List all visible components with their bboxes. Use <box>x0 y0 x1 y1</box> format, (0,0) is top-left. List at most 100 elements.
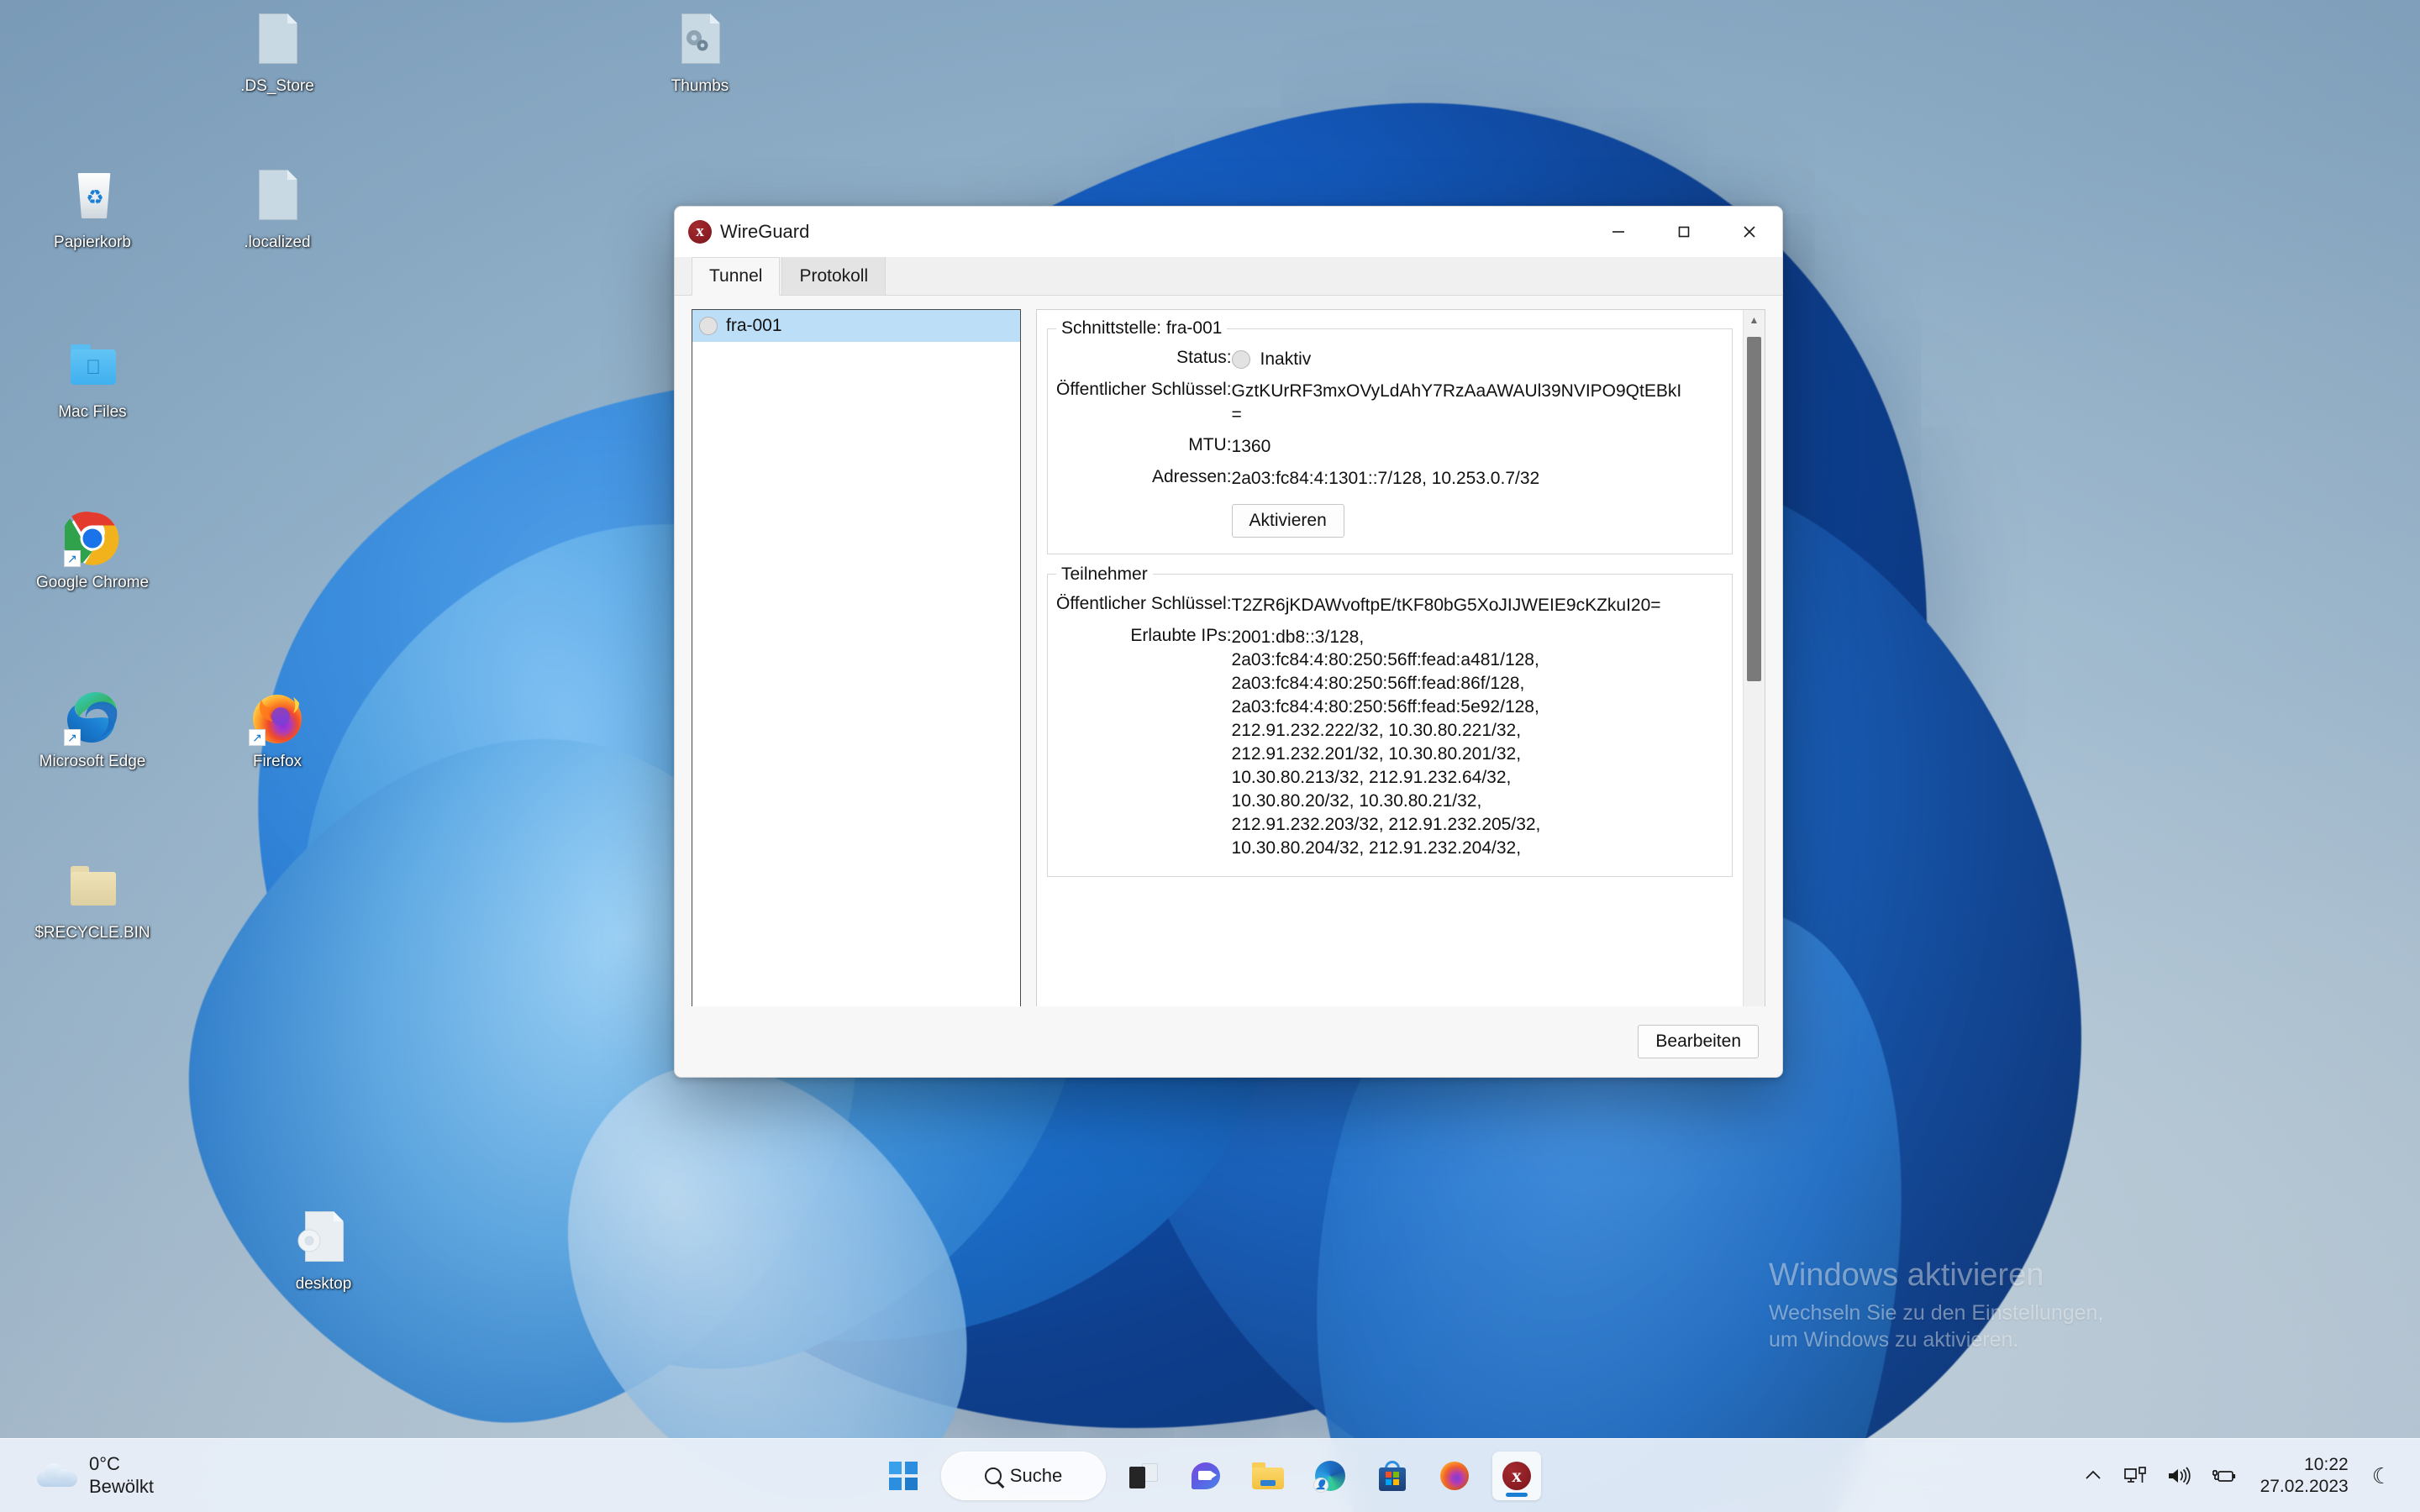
file-settings-icon <box>293 1210 354 1270</box>
moon-do-not-disturb-icon[interactable]: ☾ <box>2372 1463 2391 1489</box>
weather-condition: Bewölkt <box>89 1475 155 1497</box>
interface-row-public-key: Öffentlicher Schlüssel: GztKUrRF3mxOVyLd… <box>1056 375 1723 431</box>
taskbar-item-edge[interactable]: 👤 <box>1306 1452 1355 1500</box>
allowed-ip-line: 2a03:fc84:4:80:250:56ff:fead:86f/128, <box>1231 674 1525 694</box>
peer-row-public-key: Öffentlicher Schlüssel: T2ZR6jKDAWvoftpE… <box>1056 590 1723 622</box>
shortcut-arrow-icon: ↗ <box>64 729 81 746</box>
wireguard-icon: x <box>688 220 712 244</box>
file-blank-icon <box>247 12 308 72</box>
battery-charging-icon[interactable] <box>2210 1465 2237 1487</box>
peer-public-key[interactable]: T2ZR6jKDAWvoftpE/tKF80bG5XoJIJWEIE9cKZku… <box>1232 594 1686 617</box>
file-explorer-icon <box>1252 1462 1284 1489</box>
desktop-icon-label: Firefox <box>252 753 302 770</box>
chevron-up-icon[interactable] <box>2082 1465 2104 1487</box>
folder-icon <box>62 858 123 919</box>
taskbar-clock[interactable]: 10:22 27.02.2023 <box>2260 1454 2349 1497</box>
tunnel-status-dot-icon <box>699 317 718 335</box>
scrollbar-up-arrow-icon[interactable]: ▲ <box>1744 310 1765 330</box>
peer-table: Öffentlicher Schlüssel: T2ZR6jKDAWvoftpE… <box>1056 590 1723 864</box>
minimize-button[interactable] <box>1586 207 1651 257</box>
interface-addresses-value[interactable]: 2a03:fc84:4:1301::7/128, 10.253.0.7/32 <box>1232 463 1723 495</box>
taskbar-item-store[interactable] <box>1368 1452 1417 1500</box>
field-label: Öffentlicher Schlüssel: <box>1056 379 1232 399</box>
close-button[interactable] <box>1717 207 1782 257</box>
taskbar[interactable]: 0°C Bewölkt Suche 👤 x 10:22 27.02.2023 ☾ <box>0 1438 2420 1512</box>
file-blank-icon <box>247 168 308 228</box>
desktop-icon-label: $RECYCLE.BIN <box>34 924 150 942</box>
weather-temperature: 0°C <box>89 1453 120 1475</box>
tunnel-list-item-fra-001[interactable]: fra-001 <box>692 310 1020 342</box>
taskbar-weather-widget[interactable]: 0°C Bewölkt <box>37 1453 255 1498</box>
chat-video-icon <box>1192 1462 1220 1489</box>
desktop-icon-label: Microsoft Edge <box>39 753 146 770</box>
activate-button[interactable]: Aktivieren <box>1231 503 1344 538</box>
allowed-ip-line: 10.30.80.204/32, 212.91.232.204/32, <box>1231 837 1522 858</box>
taskbar-search[interactable]: Suche <box>941 1451 1106 1500</box>
speaker-icon[interactable] <box>2166 1465 2191 1487</box>
desktop-icon-mac-files[interactable]:  Mac Files <box>29 338 155 423</box>
wireguard-window[interactable]: x WireGuard Tunnel Protokoll fra-001 Sch… <box>674 206 1783 1078</box>
taskbar-item-firefox[interactable] <box>1430 1452 1479 1500</box>
desktop-icon-google-chrome[interactable]: ↗ Google Chrome <box>29 508 155 593</box>
allowed-ip-line: 10.30.80.213/32, 212.91.232.64/32, <box>1231 768 1512 788</box>
field-label: Status: <box>1176 348 1232 367</box>
system-tray: 10:22 27.02.2023 ☾ <box>2082 1439 2420 1512</box>
desktop-icon-ds-store[interactable]: .DS_Store <box>214 12 340 97</box>
interface-table: Status: Inaktiv Öffentlicher Schlüssel: <box>1056 344 1723 542</box>
desktop-icon-localized[interactable]: .localized <box>214 168 340 253</box>
windows-start-icon <box>889 1461 918 1490</box>
clock-time: 10:22 <box>2304 1455 2349 1475</box>
window-body: fra-001 Tunnel hinzufügen <box>675 296 1782 1077</box>
details-scrollbar[interactable]: ▲ ▼ <box>1743 310 1765 1076</box>
network-ethernet-icon[interactable] <box>2123 1465 2148 1487</box>
field-label: MTU: <box>1188 434 1232 454</box>
desktop-icon-label: .localized <box>244 234 311 251</box>
taskbar-item-chat[interactable] <box>1181 1452 1230 1500</box>
taskbar-item-wireguard[interactable]: x <box>1492 1451 1541 1500</box>
allowed-ip-line: 212.91.232.201/32, 10.30.80.201/32, <box>1231 744 1522 764</box>
desktop-icon-thumbs[interactable]: Thumbs <box>637 12 763 97</box>
running-indicator <box>1506 1492 1528 1497</box>
interface-mtu-value: 1360 <box>1231 436 1271 456</box>
window-footer: Bearbeiten <box>675 1006 1782 1077</box>
desktop[interactable]: .DS_Store Thumbs ♻ Papierkorb .localized… <box>0 0 2420 1512</box>
desktop-icon-recycle-bin-folder[interactable]: $RECYCLE.BIN <box>29 858 155 943</box>
tunnel-details-pane: Schnittstelle: fra-001 Status: Inaktiv Ö… <box>1036 309 1765 1077</box>
tab-protokoll[interactable]: Protokoll <box>781 256 886 295</box>
desktop-icon-microsoft-edge[interactable]: ↗ Microsoft Edge <box>29 687 155 772</box>
scrollbar-thumb[interactable] <box>1747 337 1761 681</box>
window-controls <box>1586 207 1782 257</box>
allowed-ip-line: 212.91.232.222/32, 10.30.80.221/32, <box>1231 721 1522 741</box>
search-icon <box>984 1467 1002 1484</box>
mac-folder-icon:  <box>62 338 123 398</box>
interface-public-key[interactable]: GztKUrRF3mxOVyLdAhY7RzAaAWAUl39NVIPO9QtE… <box>1232 380 1686 427</box>
peer-allowed-ips[interactable]: 2001:db8::3/128, 2a03:fc84:4:80:250:56ff:… <box>1232 626 1723 860</box>
taskbar-center: Suche 👤 x <box>879 1451 1541 1500</box>
taskbar-item-task-view[interactable] <box>1119 1452 1168 1500</box>
peer-group: Teilnehmer Öffentlicher Schlüssel: T2ZR6… <box>1047 564 1733 877</box>
interface-row-mtu: MTU: 1360 <box>1056 431 1723 463</box>
tunnel-list[interactable]: fra-001 <box>692 309 1021 1037</box>
allowed-ip-line: 2a03:fc84:4:80:250:56ff:fead:5e92/128, <box>1231 697 1539 717</box>
peer-legend: Teilnehmer <box>1061 564 1148 584</box>
tab-tunnel[interactable]: Tunnel <box>692 257 781 296</box>
tunnel-name: fra-001 <box>726 316 782 335</box>
firefox-icon: ↗ <box>247 687 308 748</box>
firefox-icon <box>1440 1461 1469 1490</box>
weather-text: 0°C Bewölkt <box>89 1453 154 1498</box>
start-button[interactable] <box>879 1452 928 1500</box>
field-label: Öffentlicher Schlüssel: <box>1056 593 1232 613</box>
desktop-icon-desktop-ini[interactable]: desktop <box>260 1210 387 1294</box>
interface-group: Schnittstelle: fra-001 Status: Inaktiv Ö… <box>1047 318 1733 554</box>
shortcut-arrow-icon: ↗ <box>64 550 81 567</box>
status-dot-icon <box>1231 349 1250 369</box>
interface-row-addresses: Adressen: 2a03:fc84:4:1301::7/128, 10.25… <box>1056 463 1723 495</box>
taskbar-item-explorer[interactable] <box>1244 1452 1292 1500</box>
maximize-button[interactable] <box>1651 207 1717 257</box>
window-titlebar[interactable]: x WireGuard <box>675 207 1782 257</box>
desktop-icon-firefox[interactable]: ↗ Firefox <box>214 687 340 772</box>
desktop-icon-recycle-bin[interactable]: ♻ Papierkorb <box>29 168 155 253</box>
edit-button[interactable]: Bearbeiten <box>1638 1025 1759 1058</box>
shortcut-arrow-icon: ↗ <box>249 729 266 746</box>
status-text: Inaktiv <box>1260 349 1312 369</box>
